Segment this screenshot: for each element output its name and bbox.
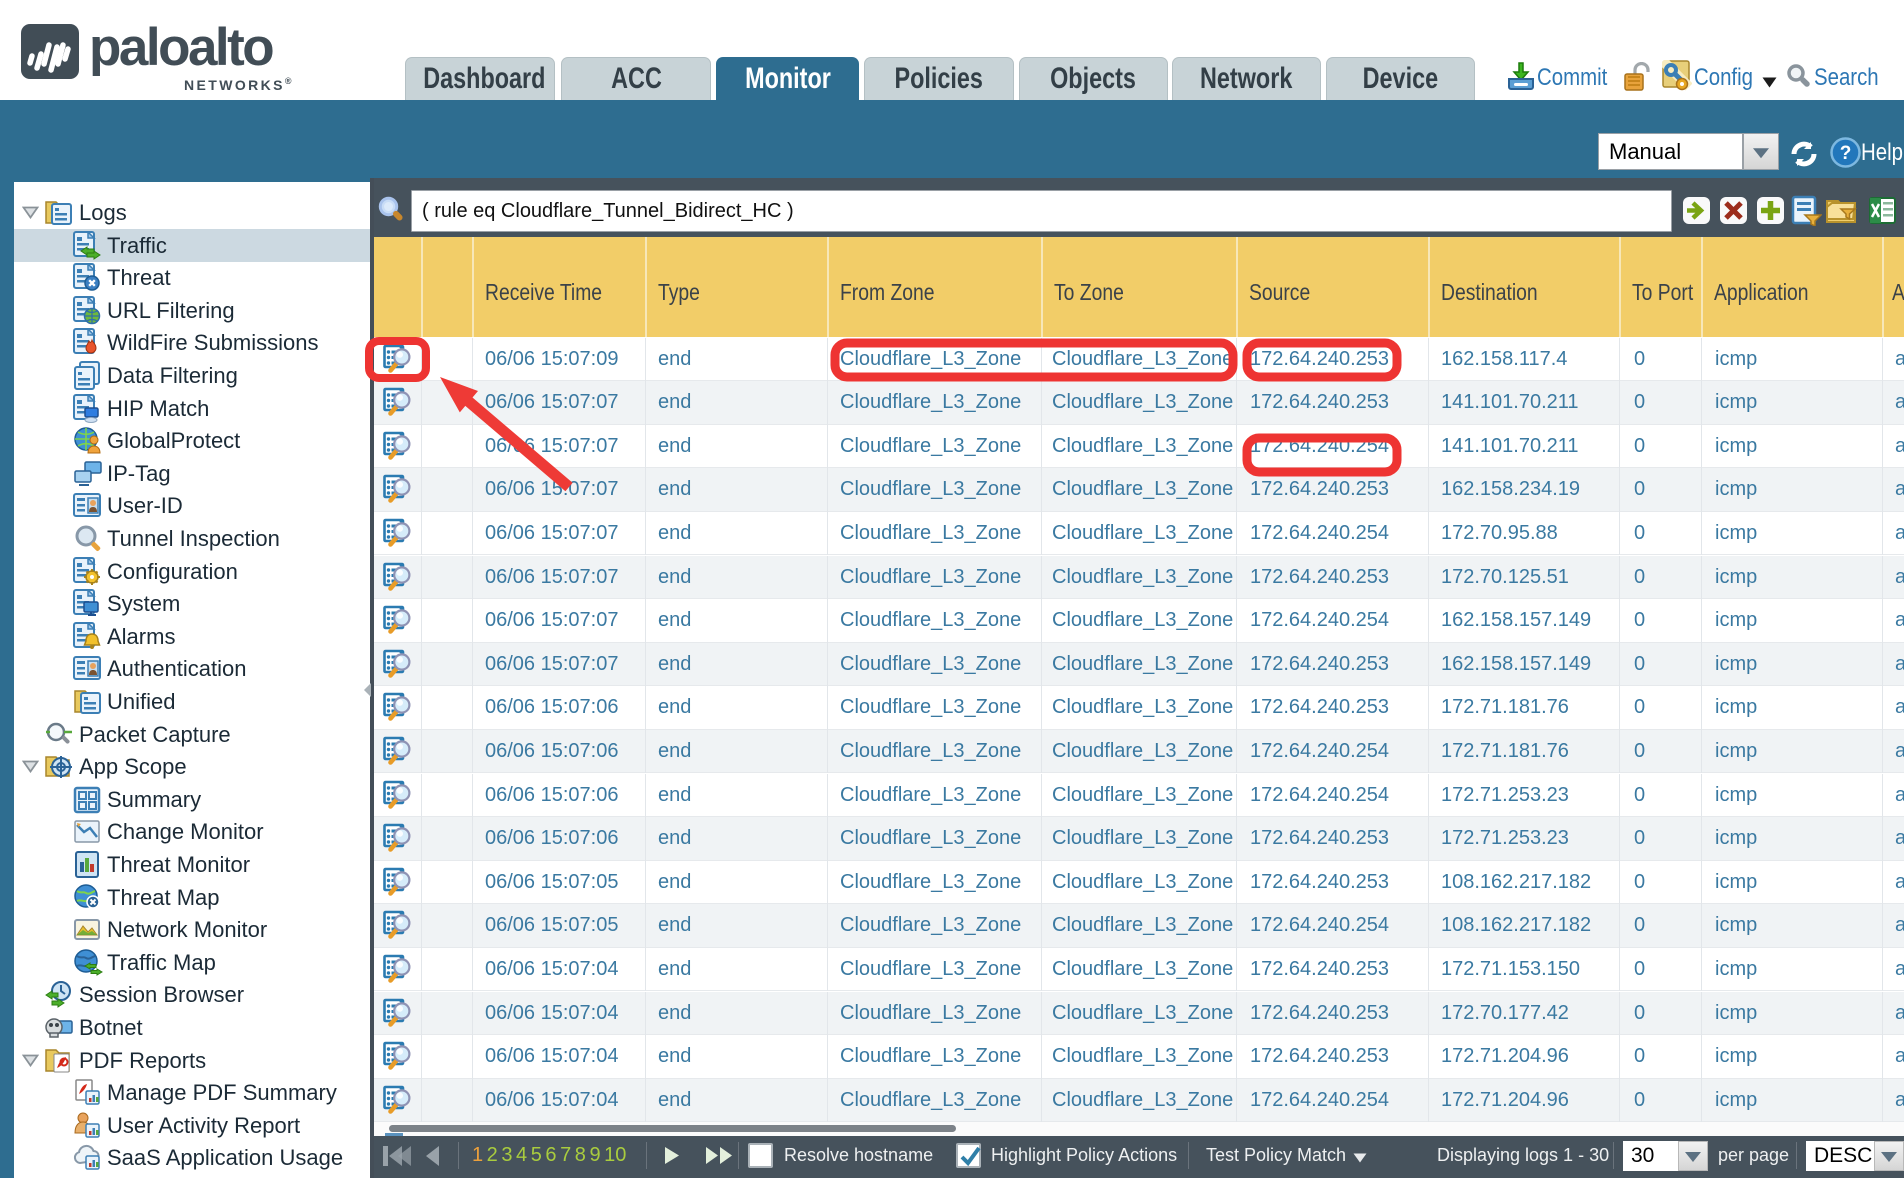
svg-text:?: ? — [1840, 143, 1852, 164]
